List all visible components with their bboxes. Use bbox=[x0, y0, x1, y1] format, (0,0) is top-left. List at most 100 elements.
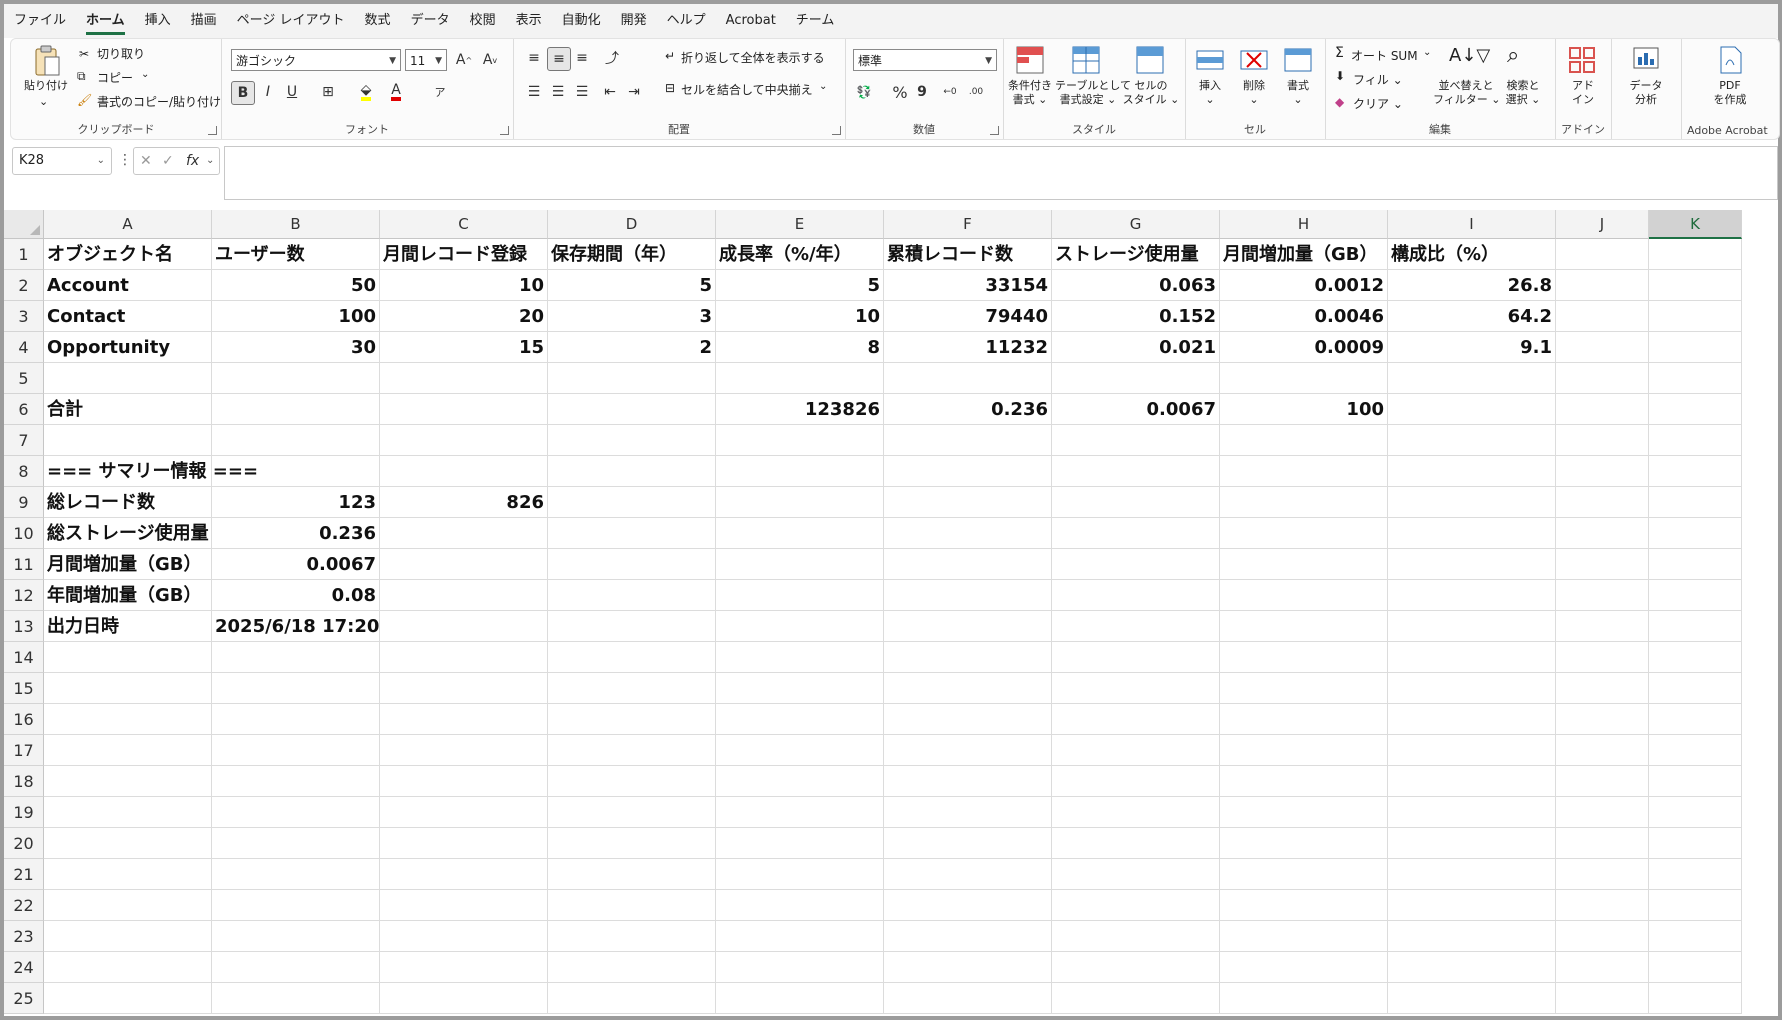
menu-tab[interactable]: 校閲 bbox=[460, 4, 506, 38]
underline-button[interactable]: U bbox=[281, 81, 303, 103]
cell[interactable] bbox=[380, 766, 548, 797]
cell[interactable] bbox=[1649, 301, 1742, 332]
cell[interactable] bbox=[1220, 580, 1388, 611]
cell[interactable]: 総ストレージ使用量 bbox=[44, 518, 212, 549]
paste-dropdown-icon[interactable]: ⌄ bbox=[39, 95, 48, 109]
cell[interactable] bbox=[1556, 611, 1649, 642]
cell[interactable] bbox=[1556, 394, 1649, 425]
cell[interactable] bbox=[44, 363, 212, 394]
cell[interactable] bbox=[1388, 456, 1556, 487]
row-header[interactable]: 17 bbox=[4, 735, 44, 766]
row-header[interactable]: 15 bbox=[4, 673, 44, 704]
cell[interactable]: 5 bbox=[716, 270, 884, 301]
fill-icon[interactable]: ⬇ bbox=[1335, 69, 1345, 83]
cell[interactable] bbox=[380, 673, 548, 704]
autosum-dropdown-icon[interactable]: ⌄ bbox=[1423, 47, 1431, 58]
italic-button[interactable]: I bbox=[257, 81, 279, 103]
cell[interactable] bbox=[212, 921, 380, 952]
cell[interactable] bbox=[548, 394, 716, 425]
cell[interactable] bbox=[1556, 580, 1649, 611]
cell[interactable] bbox=[1220, 673, 1388, 704]
menu-tab[interactable]: Acrobat bbox=[716, 4, 786, 38]
cell[interactable] bbox=[716, 766, 884, 797]
menu-tab[interactable]: ページ レイアウト bbox=[227, 4, 355, 38]
cell[interactable] bbox=[716, 425, 884, 456]
cell[interactable] bbox=[44, 425, 212, 456]
row-header[interactable]: 22 bbox=[4, 890, 44, 921]
format-painter-icon[interactable]: 🖌 bbox=[77, 93, 92, 107]
row-header[interactable]: 23 bbox=[4, 921, 44, 952]
cell[interactable]: 0.152 bbox=[1052, 301, 1220, 332]
row-header[interactable]: 14 bbox=[4, 642, 44, 673]
cell[interactable]: 123826 bbox=[716, 394, 884, 425]
analyze-data-button[interactable]: データ 分析 bbox=[1611, 79, 1681, 107]
cell[interactable] bbox=[1388, 890, 1556, 921]
cell[interactable] bbox=[212, 828, 380, 859]
name-box[interactable]: K28 ⌄ bbox=[12, 147, 112, 175]
cell[interactable] bbox=[548, 518, 716, 549]
cell[interactable]: 月間増加量（GB） bbox=[44, 549, 212, 580]
cell[interactable] bbox=[1556, 735, 1649, 766]
cell[interactable]: 累積レコード数 bbox=[884, 239, 1052, 270]
cell[interactable]: ストレージ使用量 bbox=[1052, 239, 1220, 270]
border-icon[interactable]: ⊞ bbox=[317, 81, 339, 103]
cell[interactable] bbox=[1220, 611, 1388, 642]
cell[interactable] bbox=[1649, 425, 1742, 456]
cell[interactable] bbox=[1556, 487, 1649, 518]
menu-tab[interactable]: ファイル bbox=[4, 4, 76, 38]
merge-icon[interactable]: ⊟ bbox=[665, 81, 675, 95]
cell[interactable] bbox=[1052, 518, 1220, 549]
cell[interactable] bbox=[1388, 487, 1556, 518]
cell[interactable] bbox=[1220, 921, 1388, 952]
cell[interactable] bbox=[380, 983, 548, 1014]
cell[interactable] bbox=[1220, 828, 1388, 859]
decrease-decimal-icon[interactable]: .00 bbox=[965, 81, 987, 103]
cancel-icon[interactable]: ✕ bbox=[140, 148, 152, 174]
cell[interactable] bbox=[1649, 642, 1742, 673]
analyze-data-icon[interactable] bbox=[1631, 45, 1661, 75]
cell[interactable]: 123 bbox=[212, 487, 380, 518]
row-header[interactable]: 12 bbox=[4, 580, 44, 611]
cell[interactable]: 8 bbox=[716, 332, 884, 363]
insert-function-button[interactable]: fx bbox=[186, 148, 199, 174]
cell[interactable] bbox=[1649, 797, 1742, 828]
cell[interactable] bbox=[716, 456, 884, 487]
cell[interactable] bbox=[380, 425, 548, 456]
cell[interactable] bbox=[1649, 952, 1742, 983]
column-header[interactable]: I bbox=[1388, 210, 1556, 239]
copy-icon[interactable]: ⧉ bbox=[77, 69, 86, 84]
cell[interactable] bbox=[1220, 983, 1388, 1014]
cell[interactable] bbox=[1220, 704, 1388, 735]
cell[interactable] bbox=[548, 425, 716, 456]
clear-button[interactable]: クリア ⌄ bbox=[1353, 95, 1403, 112]
cell[interactable] bbox=[1556, 549, 1649, 580]
cell[interactable] bbox=[716, 673, 884, 704]
cell[interactable] bbox=[1649, 549, 1742, 580]
delete-cells-icon[interactable] bbox=[1239, 45, 1269, 75]
cell[interactable] bbox=[1052, 642, 1220, 673]
cell[interactable]: 64.2 bbox=[1388, 301, 1556, 332]
cell[interactable] bbox=[1649, 735, 1742, 766]
cell[interactable] bbox=[884, 518, 1052, 549]
row-header[interactable]: 25 bbox=[4, 983, 44, 1014]
cell[interactable] bbox=[716, 549, 884, 580]
cell[interactable] bbox=[884, 549, 1052, 580]
cell[interactable] bbox=[884, 425, 1052, 456]
cell[interactable] bbox=[1556, 456, 1649, 487]
cell[interactable] bbox=[1556, 766, 1649, 797]
cell[interactable] bbox=[1649, 580, 1742, 611]
cell[interactable]: 9.1 bbox=[1388, 332, 1556, 363]
cut-button[interactable]: 切り取り bbox=[97, 45, 145, 62]
column-header[interactable]: J bbox=[1556, 210, 1649, 239]
create-pdf-button[interactable]: PDF を作成 bbox=[1701, 79, 1759, 107]
cell[interactable] bbox=[1052, 425, 1220, 456]
cell[interactable] bbox=[548, 828, 716, 859]
cell[interactable] bbox=[1052, 549, 1220, 580]
cell[interactable] bbox=[1556, 363, 1649, 394]
cell[interactable] bbox=[380, 797, 548, 828]
cell[interactable] bbox=[380, 518, 548, 549]
cell[interactable] bbox=[1220, 890, 1388, 921]
find-select-icon[interactable]: ⌕ bbox=[1507, 43, 1519, 68]
cut-icon[interactable]: ✂ bbox=[79, 47, 89, 61]
cell[interactable]: ユーザー数 bbox=[212, 239, 380, 270]
